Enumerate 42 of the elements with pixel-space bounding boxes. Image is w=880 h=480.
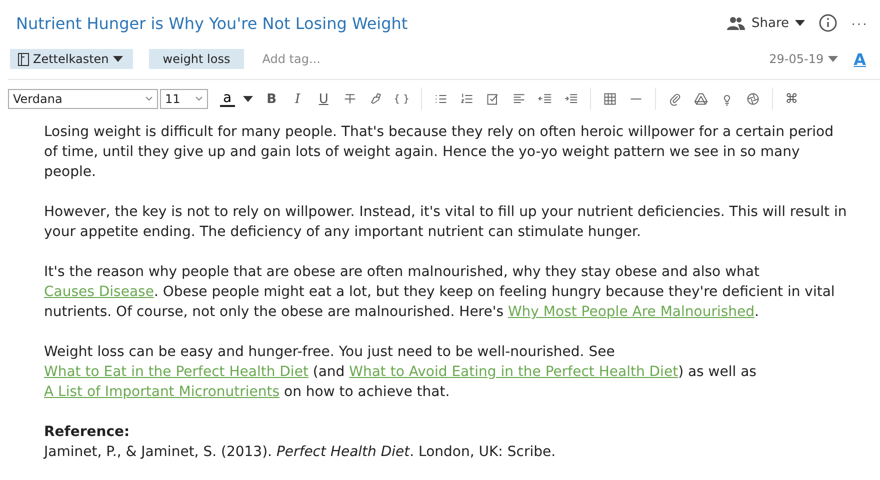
font-select[interactable]: Verdana [8,89,158,109]
triangle-icon[interactable] [694,92,708,106]
people-icon [727,16,746,30]
caret-icon [828,56,838,62]
code-button[interactable]: { } [388,94,415,104]
checkbox-icon[interactable] [486,92,500,106]
paragraph: Losing weight is difficult for many people. That's because they rely on often heroic willpower for a certain period of time, until they give up and gain lots of weight again. Hence the yo-yo weight pattern we see in so many people. [44,123,834,182]
highlighter-icon[interactable] [368,92,383,106]
strikethrough-icon[interactable] [342,92,357,106]
info-icon[interactable] [819,14,837,32]
caret-icon [242,96,253,102]
table-icon[interactable] [602,92,617,106]
reference-heading: Reference: [44,423,131,442]
chevron-icon [145,96,153,102]
indent-icon[interactable] [564,92,578,106]
aperture-icon[interactable] [746,92,760,106]
citation: Jaminet, P., & Jaminet, S. (2013). Perfect Health Diet. London, UK: Scribe. [44,443,557,462]
more-button[interactable]: ··· [851,15,868,31]
outdent-icon[interactable] [538,92,552,106]
note-title: Nutrient Hunger is Why You're Not Losing Weight [16,14,408,32]
text-color-button[interactable]: a [220,91,253,107]
command-button[interactable]: ⌘ [778,92,805,106]
date-button[interactable]: 29-05-19 [769,52,838,66]
caret-icon [795,20,805,26]
caret-icon [112,56,123,62]
paragraph: It's the reason why people that are obese are often malnourished, why they stay obese and also what Causes Disease. Obese people might eat a lot, but they keep on feeling hungry because they're deficient in vital nutrients. Of course, not only the obese are malnourished. Here's Why Most People Are Malnourished. [44,263,836,322]
tag-chip[interactable]: weight loss [148,49,244,69]
numbered-list-icon[interactable] [460,92,474,106]
paragraph: Weight loss can be easy and hunger-free. You just need to be well-nourished. See What to Eat in the Perfect Health Diet (and What to Avoid Eating in the Perfect Health Diet) as well as A List of Important Micronutrients on how to achieve that. [44,343,758,402]
underline-button[interactable]: U [310,92,337,106]
bullet-list-icon[interactable] [434,92,448,106]
paragraph: However, the key is not to rely on willpower. Instead, it's vital to fill up your nutrient deficiencies. This will result in your appetite ending. The deficiency of any important nutrient can stimulate hunger. [44,203,848,242]
share-button[interactable]: Share [727,16,805,30]
align-icon[interactable] [512,92,526,106]
bold-button[interactable]: B [258,92,285,106]
font-size-select[interactable]: 11 [160,89,208,109]
paperclip-icon[interactable] [668,92,682,106]
text-style-button[interactable]: A [854,50,866,68]
notebook-button[interactable]: Zettelkasten [10,49,133,69]
chevron-icon [195,96,203,102]
notebook-icon [18,52,29,66]
italic-button[interactable]: I [284,92,311,106]
